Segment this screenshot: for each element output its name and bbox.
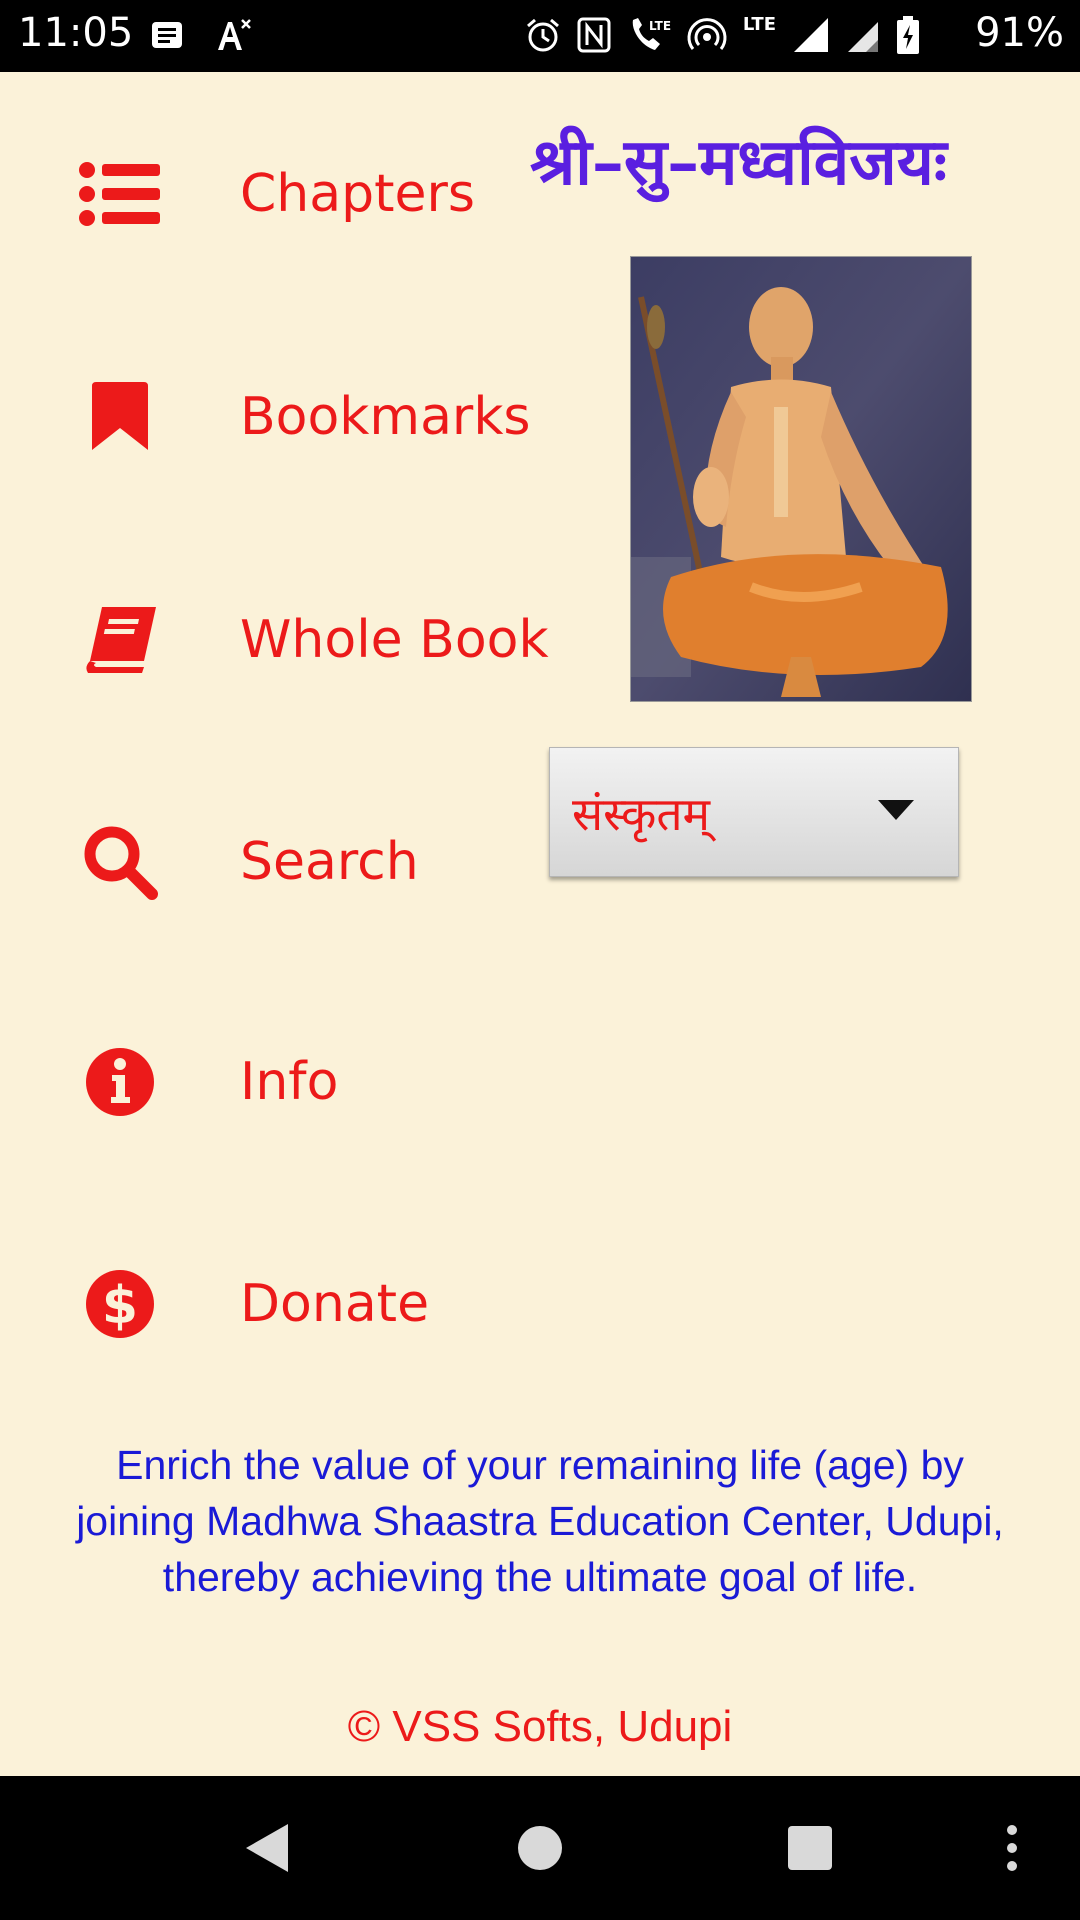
signal-icon [794, 18, 828, 52]
hotspot-icon [687, 18, 727, 50]
language-select-value: संस्कृतम् [572, 787, 711, 841]
svg-text:$: $ [102, 1276, 138, 1336]
menu-item-donate[interactable]: $ Donate [0, 1244, 560, 1364]
bookmark-icon [78, 375, 162, 459]
back-icon [246, 1824, 288, 1872]
more-vert-icon [1007, 1825, 1017, 1871]
home-button[interactable] [508, 1816, 572, 1880]
status-icons-left [150, 12, 252, 58]
alarm-icon [526, 18, 559, 52]
home-icon [518, 1826, 562, 1870]
dropdown-arrow-icon [878, 800, 914, 820]
overflow-menu-button[interactable] [990, 1816, 1030, 1880]
saint-portrait-image [630, 256, 972, 702]
status-time: 11:05 [18, 10, 134, 56]
dollar-icon: $ [78, 1262, 162, 1346]
menu-label-bookmarks: Bookmarks [240, 387, 531, 447]
promo-text: Enrich the value of your remaining life … [76, 1442, 1004, 1600]
text-size-icon [218, 19, 251, 50]
status-bar: 11:05 LTE LTE 91% [0, 0, 1080, 72]
menu-label-whole-book: Whole Book [240, 610, 549, 670]
list-icon [78, 152, 162, 236]
back-button[interactable] [238, 1816, 302, 1880]
menu-item-bookmarks[interactable]: Bookmarks [0, 357, 560, 477]
menu-item-whole-book[interactable]: Whole Book [0, 580, 560, 700]
recents-button[interactable] [778, 1816, 842, 1880]
info-icon [78, 1040, 162, 1124]
recents-icon [788, 1826, 832, 1870]
menu-item-chapters[interactable]: Chapters [0, 134, 560, 254]
search-icon [78, 820, 162, 904]
menu-item-search[interactable]: Search [0, 802, 560, 922]
language-select[interactable]: संस्कृतम् [549, 747, 959, 877]
menu-label-search: Search [240, 832, 419, 892]
copyright-text: © VSS Softs, Udupi [347, 1702, 733, 1751]
menu-label-donate: Donate [240, 1274, 430, 1334]
menu-label-chapters: Chapters [240, 164, 475, 224]
status-icons-right: LTE LTE [525, 12, 920, 58]
volte-call-icon: LTE [632, 18, 671, 50]
battery-percent: 91% [975, 10, 1064, 56]
message-icon [152, 22, 182, 48]
book-icon [78, 598, 162, 682]
app-screen: श्री–सु–मध्वविजयः Chapters Bookmarks Who… [0, 72, 1080, 1776]
nfc-icon [577, 17, 611, 53]
svg-text:LTE: LTE [649, 19, 671, 33]
menu-label-info: Info [240, 1052, 339, 1112]
navigation-bar [0, 1776, 1080, 1920]
battery-charging-icon [897, 16, 919, 54]
app-title: श्री–सु–मध्वविजयः [530, 125, 947, 200]
network-type-label: LTE [742, 14, 776, 35]
menu-item-info[interactable]: Info [0, 1022, 560, 1142]
signal-icon-2 [848, 22, 878, 52]
